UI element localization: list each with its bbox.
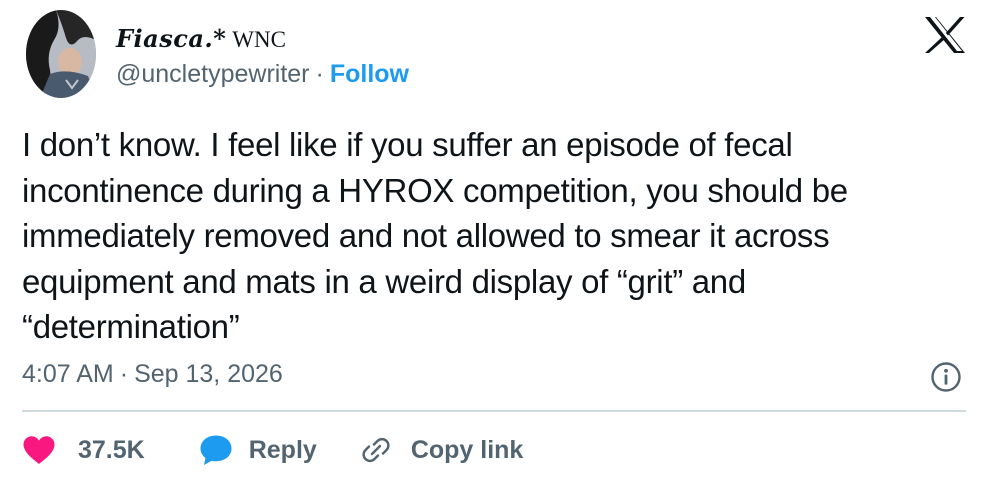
tweet-actions: 37.5K Reply Copy link [22, 432, 523, 468]
avatar-photo [26, 10, 96, 98]
author-handle[interactable]: @uncletypewriter [116, 60, 310, 89]
heart-icon [23, 436, 55, 464]
avatar[interactable] [26, 10, 96, 98]
handle-separator: · [315, 60, 324, 88]
author-name-row[interactable]: Fiasca.* WNC [116, 24, 286, 53]
tweet-date[interactable]: Sep 13, 2026 [134, 360, 283, 389]
display-name-suffix[interactable]: WNC [232, 27, 286, 53]
tweet-text: I don’t know. I feel like if you suffer … [22, 126, 848, 345]
embedded-tweet-card: Fiasca.* WNC @uncletypewriter · Follow I… [0, 0, 990, 483]
reply-button[interactable]: Reply [199, 434, 317, 466]
copy-link-label[interactable]: Copy link [411, 436, 524, 465]
reply-label[interactable]: Reply [249, 436, 317, 465]
tweet-time[interactable]: 4:07 AM [22, 360, 114, 389]
follow-button[interactable]: Follow [330, 60, 409, 89]
divider [22, 410, 966, 412]
speech-bubble-icon [200, 435, 232, 465]
author-handle-row: @uncletypewriter · Follow [116, 60, 409, 89]
info-icon[interactable] [930, 361, 962, 393]
like-button[interactable]: 37.5K [22, 435, 145, 465]
timestamp-separator: · [119, 360, 129, 388]
tweet-timestamp[interactable]: 4:07 AM · Sep 13, 2026 [22, 360, 283, 389]
likes-count[interactable]: 37.5K [78, 436, 145, 465]
link-icon [362, 437, 390, 463]
display-name[interactable]: Fiasca.* [116, 24, 226, 53]
x-logo-icon[interactable] [924, 16, 966, 54]
copy-link-button[interactable]: Copy link [361, 435, 524, 465]
